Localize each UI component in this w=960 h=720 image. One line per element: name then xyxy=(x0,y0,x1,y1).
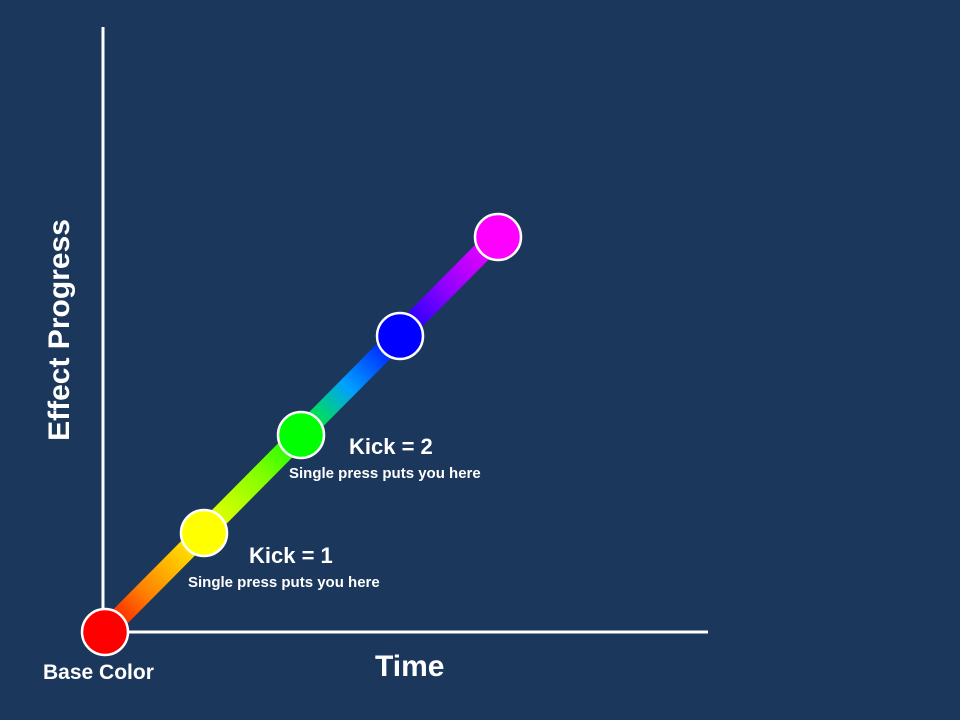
kick-1-title: Kick = 1 xyxy=(249,543,333,568)
kick-2-subtitle: Single press puts you here xyxy=(289,465,481,482)
step-dot-kick-3 xyxy=(375,311,425,361)
step-dot-kick-1 xyxy=(179,508,229,558)
base-color-label: Base Color xyxy=(43,661,154,684)
diagram-canvas xyxy=(80,27,708,657)
x-axis-title: Time xyxy=(375,650,445,683)
step-dot-kick-2 xyxy=(276,410,326,460)
kick-1-subtitle: Single press puts you here xyxy=(188,574,380,591)
kick-2-title: Kick = 2 xyxy=(349,434,433,459)
y-axis-title: Effect Progress xyxy=(43,219,76,441)
step-dot-base xyxy=(80,607,130,657)
step-dot-kick-4 xyxy=(473,212,523,262)
